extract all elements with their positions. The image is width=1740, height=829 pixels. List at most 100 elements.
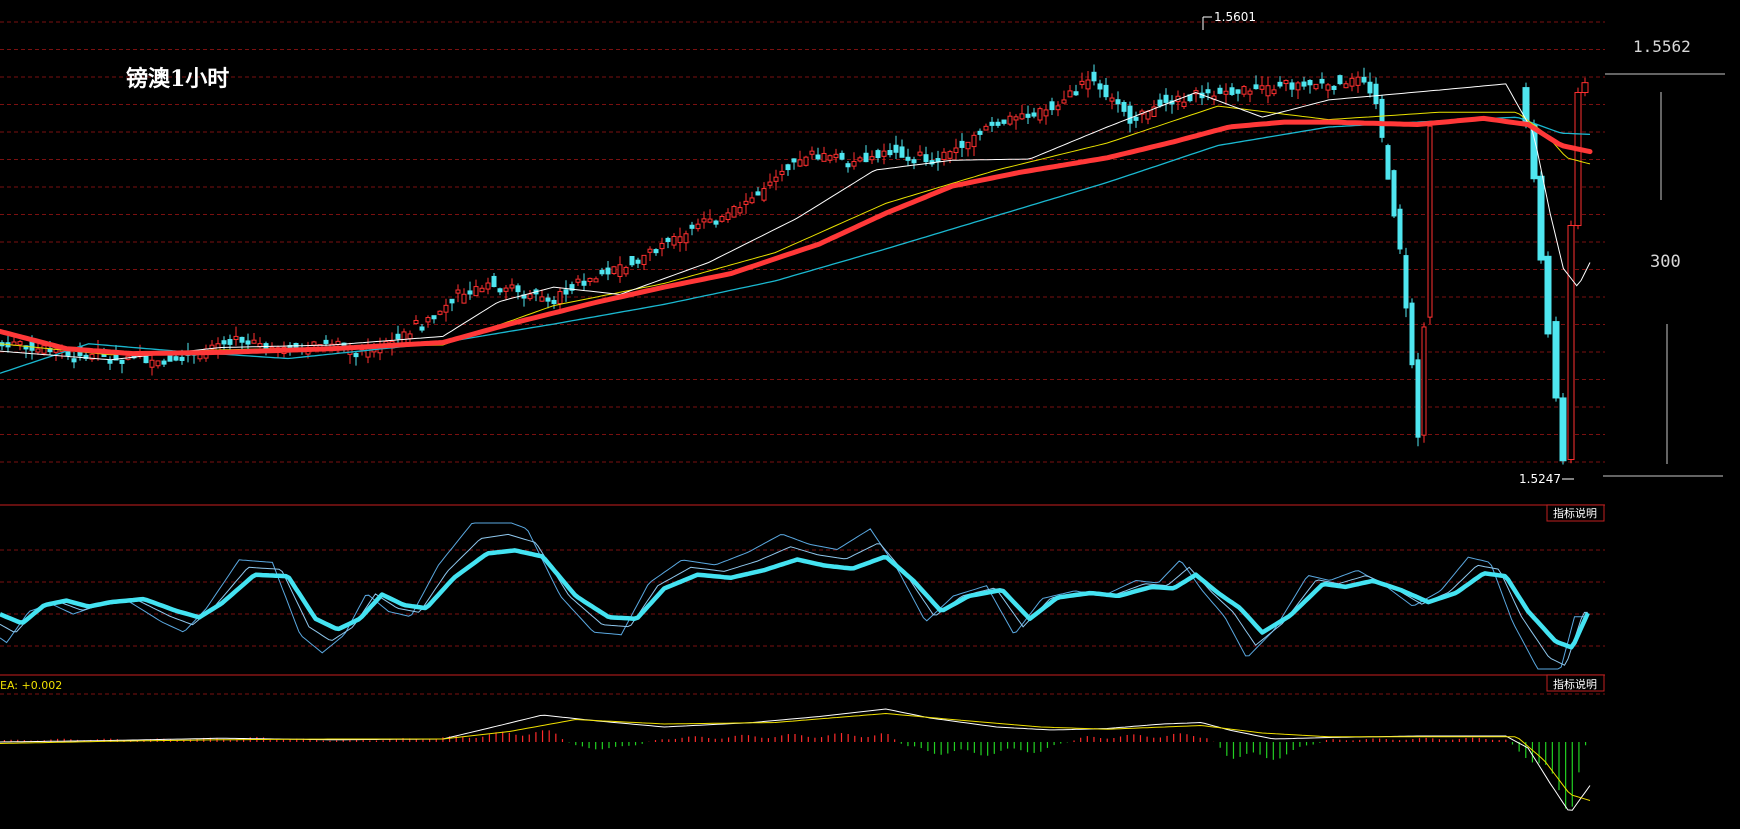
candle-body <box>515 285 521 293</box>
candle-body <box>1127 105 1133 124</box>
candle-body <box>1007 115 1013 125</box>
candle-body <box>1157 99 1163 107</box>
candle-body <box>869 156 875 161</box>
candle-body <box>977 130 983 135</box>
candle-body <box>1091 71 1097 82</box>
candle-body <box>617 264 623 277</box>
candle-body <box>1025 113 1031 118</box>
candle-body <box>587 277 593 283</box>
candle-body <box>479 287 485 293</box>
candle-body <box>1043 109 1049 117</box>
indicator-button-1[interactable]: 指标说明 <box>1546 504 1605 522</box>
candle-body <box>107 359 113 364</box>
candle-body <box>779 170 785 175</box>
indicator-button-2[interactable]: 指标说明 <box>1546 674 1605 692</box>
candle-body <box>1409 302 1415 366</box>
ma-mid-line <box>0 105 1591 356</box>
candle-body <box>353 353 359 358</box>
candle-body <box>761 188 767 201</box>
candle-body <box>581 280 587 286</box>
candle-body <box>959 140 965 148</box>
candle-body <box>35 348 41 353</box>
ma-long-line <box>0 116 1591 374</box>
candle-body <box>1373 83 1379 105</box>
candle-body <box>437 310 443 315</box>
candle-body <box>407 333 413 340</box>
osc-fast-line <box>0 522 1588 670</box>
candle-body <box>1097 83 1103 90</box>
candle-body <box>71 358 77 363</box>
candle-body <box>803 156 809 166</box>
candle-body <box>1253 84 1259 90</box>
candle-body <box>1061 99 1067 104</box>
candle-body <box>827 155 833 161</box>
candle-body <box>1319 78 1325 84</box>
candle-body <box>251 339 257 344</box>
candle-body <box>1581 82 1589 94</box>
candle-body <box>1331 85 1337 90</box>
candle-body <box>311 341 317 346</box>
candle-body <box>905 156 911 161</box>
candle-body <box>1241 86 1247 95</box>
candle-body <box>749 197 755 204</box>
candle-body <box>767 181 773 186</box>
candle-body <box>449 298 455 304</box>
candle-body <box>1361 76 1367 83</box>
candle-body <box>173 356 179 361</box>
candle-body <box>725 212 731 220</box>
candle-body <box>1537 175 1545 261</box>
candle-body <box>677 236 683 243</box>
candle-body <box>839 152 845 160</box>
candle-body <box>941 151 947 161</box>
macd-dif-line <box>0 708 1591 811</box>
candle-body <box>611 266 617 275</box>
candle-body <box>539 296 545 302</box>
candle-body <box>425 317 431 323</box>
candle-body <box>1013 116 1019 121</box>
candle-body <box>1115 99 1121 105</box>
candle-body <box>1205 89 1211 94</box>
candle-body <box>713 220 719 225</box>
candle-body <box>1367 81 1373 94</box>
candle-body <box>1289 82 1295 90</box>
candle-body <box>1307 79 1313 86</box>
candle-body <box>473 286 479 297</box>
candle-body <box>161 360 167 365</box>
candle-body <box>17 341 23 346</box>
candle-body <box>1049 101 1055 111</box>
candle-body <box>791 158 797 163</box>
candle-body <box>1055 105 1061 111</box>
candle-body <box>41 345 47 354</box>
candle-body <box>983 125 989 131</box>
candle-body <box>1067 90 1073 98</box>
candle-body <box>1403 255 1409 309</box>
candle-body <box>1133 116 1139 121</box>
candle-body <box>1235 89 1241 94</box>
macd-panel <box>0 708 1591 811</box>
candle-body <box>1277 81 1283 87</box>
candle-body <box>167 355 173 362</box>
candle-body <box>179 356 185 361</box>
candle-body <box>809 150 815 155</box>
candle-body <box>863 152 869 163</box>
candle-body <box>695 223 701 230</box>
candle-body <box>641 254 647 265</box>
candle-body <box>593 278 599 283</box>
candle-body <box>1427 125 1433 318</box>
candle-body <box>467 290 473 295</box>
candle-body <box>911 159 917 164</box>
chart-title: 镑澳1小时 <box>126 66 229 92</box>
candle-body <box>1301 81 1307 87</box>
candle-body <box>785 164 791 171</box>
candle-body <box>551 299 557 305</box>
candle-body <box>1037 108 1043 121</box>
candle-body <box>857 157 863 162</box>
candle-body <box>1283 79 1289 85</box>
candle-body <box>149 359 155 368</box>
candle-body <box>431 315 437 320</box>
candle-body <box>773 176 779 182</box>
candle-body <box>1574 92 1582 227</box>
candle-body <box>815 154 821 160</box>
candle-body <box>239 336 245 343</box>
candle-body <box>1073 91 1079 96</box>
